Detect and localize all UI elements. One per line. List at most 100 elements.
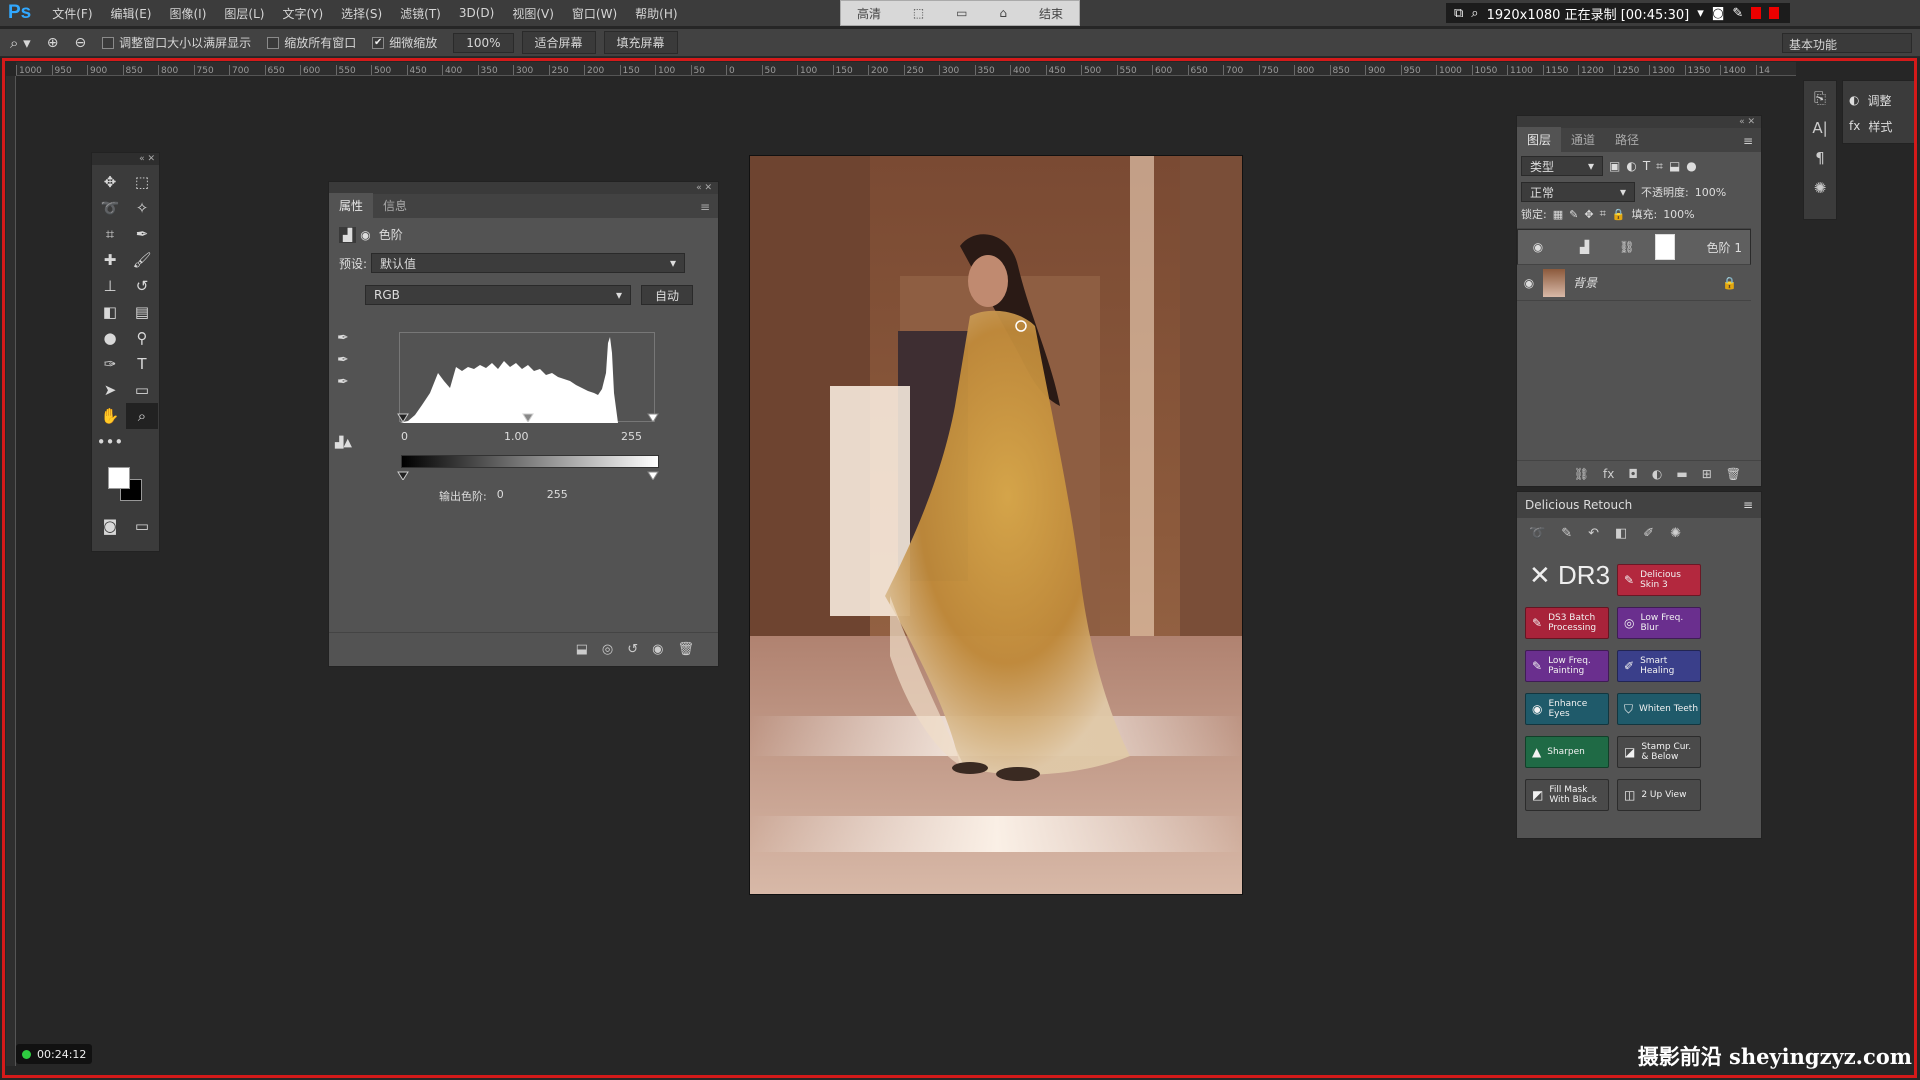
camera-icon[interactable]: ◙ (1712, 6, 1725, 21)
low-freq-blur-button[interactable]: ◎ Low Freq. Blur (1617, 607, 1701, 639)
scrubby-zoom-option[interactable]: ✔ 细微缩放 (372, 34, 437, 51)
settings-icon[interactable]: ✺ (1670, 526, 1681, 541)
ds3-batch-button[interactable]: ✎ DS3 Batch Processing (1525, 607, 1609, 639)
layer-mask-thumbnail[interactable] (1654, 234, 1675, 260)
fx-icon[interactable]: fx (1603, 467, 1614, 481)
blur-tool-icon[interactable]: ● (94, 325, 126, 351)
output-sliders[interactable] (397, 468, 659, 480)
filter-toggle-icon[interactable]: ● (1686, 159, 1696, 173)
clip-to-layer-icon[interactable]: ⬓ (576, 642, 588, 657)
input-black-value[interactable]: 0 (401, 430, 408, 443)
lock-artboard-icon[interactable]: ⌗ (1600, 207, 1606, 221)
checkbox-checked-icon[interactable]: ✔ (372, 36, 385, 49)
layer-thumbnail[interactable] (1543, 268, 1565, 297)
chain-link-icon[interactable]: ⛓ (1619, 240, 1634, 254)
two-up-view-button[interactable]: ◫ 2 Up View (1617, 779, 1701, 811)
stamp-current-below-button[interactable]: ◪ Stamp Cur. & Below (1617, 736, 1701, 768)
lock-position-icon[interactable]: ✥ (1584, 208, 1593, 221)
menu-3d[interactable]: 3D(D) (450, 6, 503, 20)
rectangle-tool-icon[interactable]: ▭ (126, 377, 158, 403)
checkbox-icon[interactable] (267, 36, 280, 49)
menu-filter[interactable]: 滤镜(T) (391, 5, 450, 22)
lasso-icon[interactable]: ➰ (1529, 526, 1545, 541)
lasso-tool-icon[interactable]: ➰ (94, 195, 126, 221)
zoom-100-button[interactable]: 100% (453, 32, 514, 53)
move-tool-icon[interactable]: ✥ (94, 169, 126, 195)
dropdown-icon[interactable]: ▾ (1697, 6, 1704, 21)
tab-layers[interactable]: 图层 (1517, 127, 1562, 152)
dodge-tool-icon[interactable]: ⚲ (126, 325, 158, 351)
clipping-warning-icon[interactable]: ▟▲ (335, 436, 352, 449)
output-white-value[interactable]: 255 (547, 488, 568, 504)
foreground-color-swatch[interactable] (108, 467, 130, 489)
stamp-tool-icon[interactable]: ⊥ (94, 273, 126, 299)
view-previous-icon[interactable]: ◎ (602, 642, 613, 657)
color-swatches[interactable] (92, 459, 159, 509)
collapse-icon[interactable]: « ✕ (92, 153, 159, 165)
window-icon[interactable]: ▭ (956, 6, 967, 20)
quick-mask-icon[interactable]: ◙ (94, 513, 126, 539)
input-sliders[interactable] (397, 410, 659, 422)
menu-help[interactable]: 帮助(H) (626, 5, 686, 22)
new-adjustment-icon[interactable]: ◐ (1652, 467, 1662, 481)
fill-mask-black-button[interactable]: ◩ Fill Mask With Black (1525, 779, 1609, 811)
add-mask-icon[interactable]: ◘ (1628, 467, 1638, 481)
menu-select[interactable]: 选择(S) (332, 5, 391, 22)
layer-row-levels[interactable]: ◉ ▟ ⛓ 色阶 1 (1517, 229, 1751, 265)
eraser-tool-icon[interactable]: ◧ (94, 299, 126, 325)
crop-tool-icon[interactable]: ⌗ (94, 221, 126, 247)
lock-pixels-icon[interactable]: ✎ (1569, 208, 1578, 221)
eyedropper-tool-icon[interactable]: ✒ (126, 221, 158, 247)
screen-mode-icon[interactable]: ▭ (126, 513, 158, 539)
panel-menu-icon[interactable]: ≡ (1743, 498, 1753, 512)
zoom-tool-icon[interactable]: ⌕ ▾ (10, 34, 31, 52)
menu-layer[interactable]: 图层(L) (215, 5, 273, 22)
canvas-image[interactable] (749, 155, 1243, 895)
zoom-all-option[interactable]: 缩放所有窗口 (267, 34, 356, 51)
fill-value[interactable]: 100% (1663, 208, 1694, 221)
panel-menu-icon[interactable]: ≡ (1735, 130, 1761, 152)
smart-healing-button[interactable]: ✐ Smart Healing (1617, 650, 1701, 682)
zoom-out-icon[interactable]: ⊖ (74, 35, 86, 51)
fit-screen-button[interactable]: 适合屏幕 (521, 31, 596, 54)
filter-pixel-icon[interactable]: ▣ (1609, 159, 1620, 173)
horizontal-ruler[interactable]: 1000 950 900 850 800 750 700 650 600 550 500 450 400… (16, 62, 1796, 76)
pen-tool-icon[interactable]: ✑ (94, 351, 126, 377)
resize-windows-option[interactable]: 调整窗口大小以满屏显示 (102, 34, 251, 51)
visibility-eye-icon[interactable]: ◉ (1526, 240, 1550, 254)
paragraph-icon[interactable]: ¶ (1815, 149, 1825, 167)
blend-mode-select[interactable]: 正常 ▾ (1521, 182, 1635, 202)
type-tool-icon[interactable]: T (126, 351, 158, 377)
preset-select[interactable]: 默认值 ▾ (371, 253, 686, 273)
output-black-value[interactable]: 0 (497, 488, 537, 504)
region-icon[interactable]: ⬚ (913, 6, 924, 20)
menu-type[interactable]: 文字(Y) (273, 5, 332, 22)
layer-name[interactable]: 色阶 1 (1707, 239, 1742, 256)
panel-menu-icon[interactable]: ≡ (692, 196, 718, 218)
zoom-tool-icon[interactable]: ⌕ (126, 403, 158, 429)
menu-file[interactable]: 文件(F) (43, 5, 101, 22)
delete-layer-icon[interactable]: 🗑 (1726, 467, 1741, 481)
lock-transparent-icon[interactable]: ▦ (1553, 208, 1563, 221)
home-icon[interactable]: ⌂ (999, 6, 1007, 20)
low-freq-painting-button[interactable]: ✎ Low Freq. Painting (1525, 650, 1609, 682)
history-icon[interactable]: ⎘ (1814, 89, 1826, 107)
auto-button[interactable]: 自动 (641, 285, 693, 305)
character-icon[interactable]: A| (1812, 119, 1827, 137)
input-white-value[interactable]: 255 (621, 430, 642, 443)
pen-icon[interactable]: ✎ (1732, 6, 1743, 21)
more-tools-icon[interactable]: ••• (94, 429, 126, 455)
brush-tool-icon[interactable]: 🖌 (126, 247, 158, 273)
new-layer-icon[interactable]: ⊞ (1702, 467, 1712, 481)
checkbox-icon[interactable] (102, 36, 115, 49)
menu-image[interactable]: 图像(I) (160, 5, 215, 22)
path-select-tool-icon[interactable]: ➤ (94, 377, 126, 403)
tab-channels[interactable]: 通道 (1561, 127, 1605, 152)
link-layers-icon[interactable]: ⛓ (1574, 467, 1589, 481)
whiten-teeth-button[interactable]: ⛉ Whiten Teeth (1617, 693, 1701, 725)
lock-all-icon[interactable]: 🔒 (1612, 208, 1626, 221)
layer-name[interactable]: 背景 (1573, 274, 1597, 291)
undo-icon[interactable]: ↶ (1588, 526, 1599, 541)
filter-adjustment-icon[interactable]: ◐ (1626, 159, 1636, 173)
adjustments-dock-item[interactable]: ◐ 调整 (1849, 87, 1911, 113)
